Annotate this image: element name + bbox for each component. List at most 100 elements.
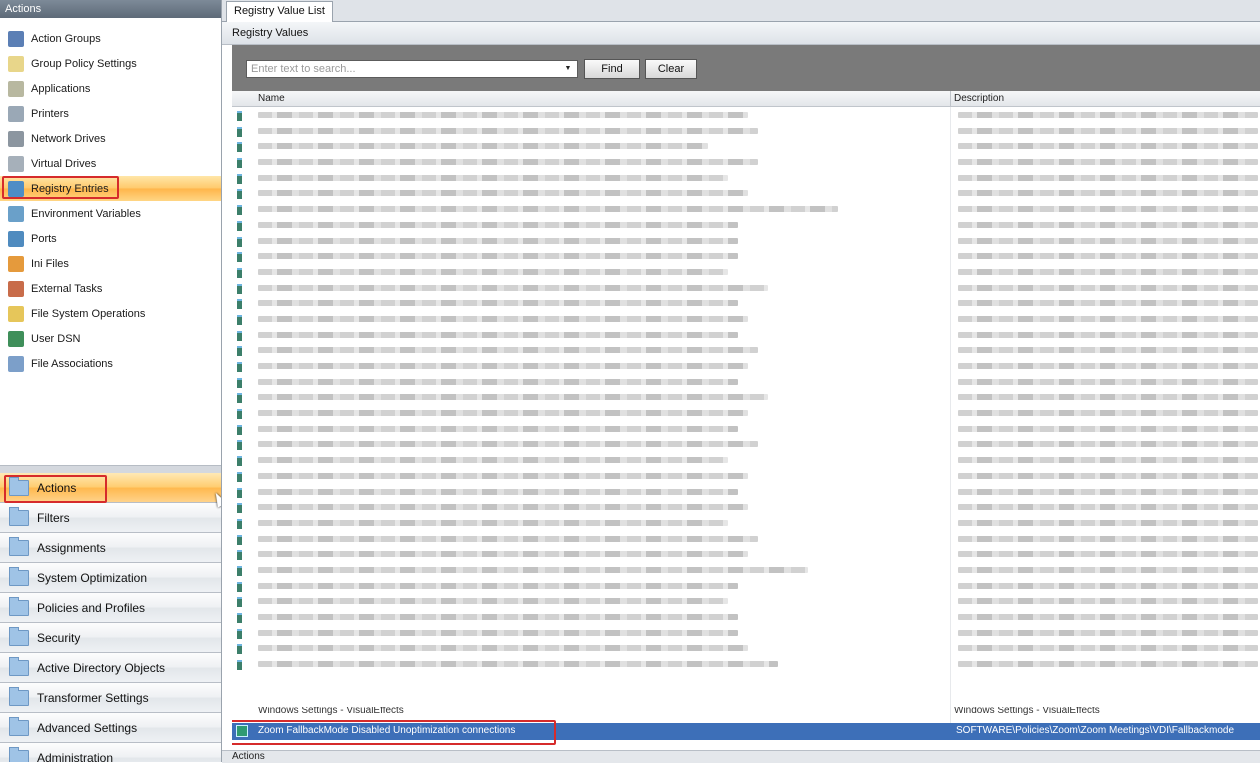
search-box[interactable]: ▼	[246, 60, 578, 78]
table-row[interactable]	[232, 107, 1260, 123]
column-divider[interactable]	[950, 91, 951, 106]
action-item[interactable]: Printers	[0, 101, 221, 126]
table-row[interactable]	[232, 625, 1260, 641]
table-row[interactable]	[232, 295, 1260, 311]
grid-header: Name Description	[232, 91, 1260, 107]
printer-icon	[8, 105, 24, 122]
table-row[interactable]	[232, 264, 1260, 280]
column-header-name[interactable]: Name	[258, 93, 285, 104]
action-item[interactable]: Applications	[0, 76, 221, 101]
registry-value-icon	[237, 236, 242, 247]
action-item[interactable]: User DSN	[0, 326, 221, 351]
action-item[interactable]: External Tasks	[0, 276, 221, 301]
table-row[interactable]	[232, 421, 1260, 437]
table-row[interactable]	[232, 138, 1260, 154]
nav-item[interactable]: Assignments	[0, 533, 221, 563]
table-row[interactable]	[232, 546, 1260, 562]
folder-icon	[9, 536, 29, 556]
search-input[interactable]	[247, 61, 565, 77]
table-row[interactable]	[232, 593, 1260, 609]
network-drive-icon	[8, 130, 24, 147]
redacted-description	[958, 284, 1258, 291]
action-item[interactable]: Registry Entries	[0, 176, 221, 201]
table-row[interactable]	[232, 468, 1260, 484]
registry-value-icon	[237, 644, 242, 655]
nav-item-label: Advanced Settings	[37, 720, 138, 735]
folder-icon	[9, 716, 29, 736]
nav-item[interactable]: System Optimization	[0, 563, 221, 593]
table-row[interactable]	[232, 452, 1260, 468]
action-item[interactable]: Group Policy Settings	[0, 51, 221, 76]
nav-item[interactable]: Filters	[0, 503, 221, 533]
registry-value-icon	[237, 503, 242, 514]
redacted-name	[258, 347, 758, 354]
table-row[interactable]	[232, 609, 1260, 625]
table-row[interactable]	[232, 484, 1260, 500]
selected-table-row[interactable]: Zoom FallbackMode Disabled Unoptimizatio…	[232, 720, 1260, 745]
table-row[interactable]	[232, 374, 1260, 390]
action-item[interactable]: Ports	[0, 226, 221, 251]
action-item[interactable]: Ini Files	[0, 251, 221, 276]
table-row[interactable]	[232, 640, 1260, 656]
table-row[interactable]	[232, 233, 1260, 249]
action-item[interactable]: Action Groups	[0, 26, 221, 51]
nav-item-label: Filters	[37, 510, 70, 525]
redacted-name	[258, 159, 758, 166]
folder-icon	[9, 596, 29, 616]
redacted-description	[958, 127, 1258, 134]
table-row[interactable]	[232, 578, 1260, 594]
folder-icon	[9, 566, 29, 586]
table-row[interactable]	[232, 405, 1260, 421]
redacted-name	[258, 425, 738, 432]
table-row[interactable]	[232, 499, 1260, 515]
action-item-label: External Tasks	[31, 282, 103, 295]
panel-splitter[interactable]	[0, 465, 221, 473]
table-row[interactable]	[232, 531, 1260, 547]
table-row[interactable]	[232, 280, 1260, 296]
table-row[interactable]	[232, 154, 1260, 170]
table-row[interactable]: Windows Settings - VisualEffects Windows…	[258, 707, 1158, 719]
table-row[interactable]	[232, 170, 1260, 186]
action-item[interactable]: Network Drives	[0, 126, 221, 151]
table-row[interactable]	[232, 515, 1260, 531]
chevron-down-icon[interactable]: ▼	[561, 61, 575, 77]
nav-item[interactable]: Security	[0, 623, 221, 653]
redacted-name	[258, 535, 758, 542]
nav-item[interactable]: Administration	[0, 743, 221, 762]
table-row[interactable]	[232, 656, 1260, 672]
find-button[interactable]: Find	[584, 59, 640, 79]
group-policy-icon	[8, 55, 24, 72]
table-row[interactable]	[232, 217, 1260, 233]
table-row[interactable]	[232, 342, 1260, 358]
nav-item[interactable]: Policies and Profiles	[0, 593, 221, 623]
action-item-label: Ini Files	[31, 257, 69, 270]
table-row[interactable]	[232, 389, 1260, 405]
action-item[interactable]: Virtual Drives	[0, 151, 221, 176]
registry-value-icon	[237, 252, 242, 263]
table-row[interactable]	[232, 201, 1260, 217]
clear-button[interactable]: Clear	[645, 59, 697, 79]
table-row[interactable]	[232, 358, 1260, 374]
nav-item[interactable]: Active Directory Objects	[0, 653, 221, 683]
column-header-description[interactable]: Description	[954, 93, 1004, 104]
row-description: Windows Settings - VisualEffects	[954, 707, 1100, 716]
tab-registry-value-list[interactable]: Registry Value List	[226, 1, 333, 22]
nav-item-label: Policies and Profiles	[37, 600, 146, 615]
action-item[interactable]: File System Operations	[0, 301, 221, 326]
table-row[interactable]	[232, 248, 1260, 264]
nav-list: Actions Filters Assignments System Optimiza…	[0, 473, 221, 762]
action-item[interactable]: Environment Variables	[0, 201, 221, 226]
nav-item[interactable]: Actions	[0, 473, 221, 503]
table-row[interactable]	[232, 436, 1260, 452]
registry-value-icon	[237, 173, 242, 184]
nav-item[interactable]: Transformer Settings	[0, 683, 221, 713]
table-row[interactable]	[232, 327, 1260, 343]
table-row[interactable]	[232, 123, 1260, 139]
table-row[interactable]	[232, 562, 1260, 578]
nav-item[interactable]: Advanced Settings	[0, 713, 221, 743]
table-row[interactable]	[232, 185, 1260, 201]
ini-file-icon	[8, 255, 24, 272]
redacted-description	[958, 504, 1258, 511]
table-row[interactable]	[232, 311, 1260, 327]
action-item[interactable]: File Associations	[0, 351, 221, 376]
